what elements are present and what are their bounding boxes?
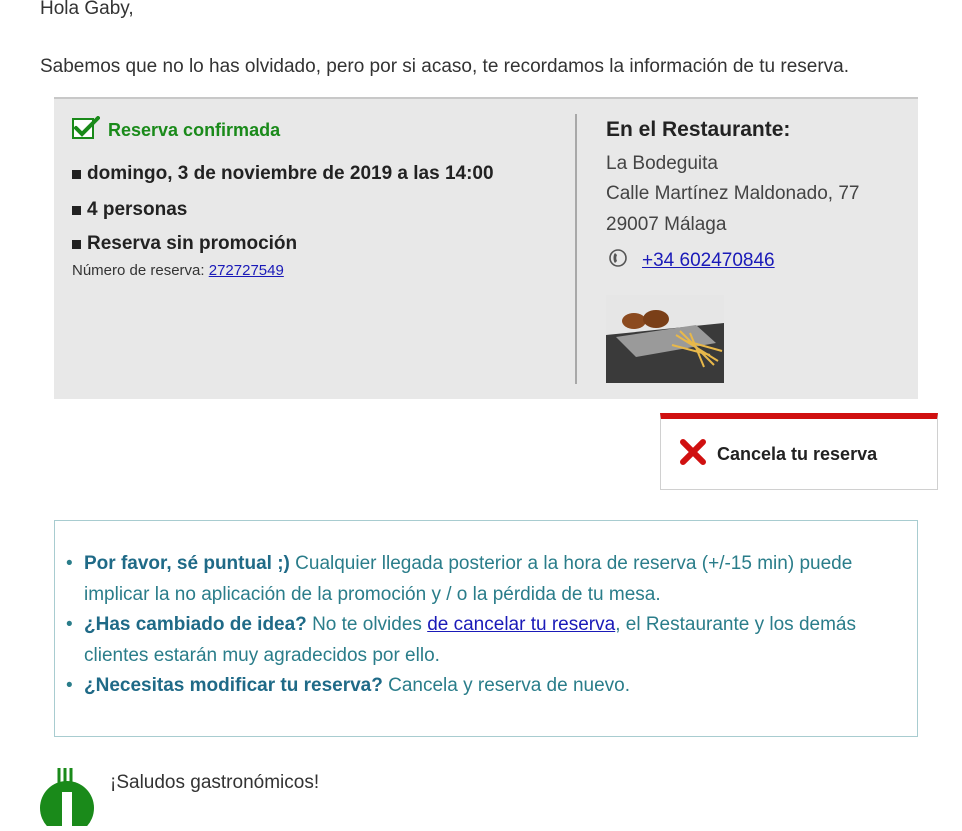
- booking-number: Número de reserva: 272727549: [72, 262, 284, 279]
- bullet-dot-icon: •: [66, 614, 73, 635]
- bullet-dot-icon: •: [66, 675, 73, 696]
- confirmation-label: Reserva confirmada: [108, 120, 281, 140]
- confirmation-status: Reserva confirmada: [72, 116, 280, 145]
- booking-people-text: 4 personas: [87, 199, 188, 220]
- bullet-square-icon: [72, 205, 81, 215]
- bullet-dot-icon: •: [66, 553, 73, 574]
- restaurant-heading: En el Restaurante:: [606, 118, 791, 141]
- footer-greeting: ¡Saludos gastronómicos!: [110, 772, 320, 793]
- tip-modify: • ¿Necesitas modificar tu reserva? Cance…: [66, 670, 906, 701]
- booking-promotion: Reserva sin promoción: [72, 233, 297, 255]
- cancel-reservation-label: Cancela tu reserva: [717, 443, 878, 464]
- phone-icon: [608, 248, 628, 274]
- intro-text: Sabemos que no lo has olvidado, pero por…: [40, 56, 850, 77]
- cancel-reservation-button[interactable]: Cancela tu reserva: [660, 413, 938, 490]
- panel-divider: [575, 114, 577, 384]
- greeting-text: Hola Gaby,: [40, 0, 134, 19]
- phone-link[interactable]: +34 602470846: [642, 250, 775, 272]
- restaurant-photo: [606, 295, 724, 383]
- tip-change-mind-title: ¿Has cambiado de idea?: [84, 614, 307, 635]
- tip-punctuality-title: Por favor, sé puntual ;): [84, 553, 290, 574]
- restaurant-street: Calle Martínez Maldonado, 77: [606, 183, 860, 204]
- restaurant-city: 29007 Málaga: [606, 214, 727, 235]
- tip-modify-title: ¿Necesitas modificar tu reserva?: [84, 675, 383, 696]
- cancel-reservation-link[interactable]: de cancelar tu reserva: [427, 614, 615, 635]
- tip-change-mind-text-a: No te olvides: [306, 614, 428, 635]
- tip-modify-text: Cancela y reserva de nuevo.: [382, 675, 630, 696]
- booking-party-size: 4 personas: [72, 199, 187, 221]
- bullet-square-icon: [72, 239, 81, 249]
- checkmark-icon: [72, 116, 100, 145]
- booking-promotion-text: Reserva sin promoción: [87, 233, 298, 254]
- booking-date: domingo, 3 de noviembre de 2019 a las 14…: [72, 163, 494, 185]
- brand-logo-icon: [38, 768, 96, 831]
- booking-date-text: domingo, 3 de noviembre de 2019 a las 14…: [87, 163, 494, 184]
- close-icon: [679, 438, 707, 471]
- bullet-square-icon: [72, 169, 81, 179]
- restaurant-name: La Bodeguita: [606, 153, 718, 174]
- restaurant-phone: +34 602470846: [608, 248, 775, 274]
- tip-punctuality: • Por favor, sé puntual ;) Cualquier lle…: [66, 548, 906, 610]
- booking-number-label: Número de reserva:: [72, 262, 209, 279]
- booking-number-link[interactable]: 272727549: [209, 262, 284, 279]
- tip-change-mind: • ¿Has cambiado de idea? No te olvides d…: [66, 609, 906, 671]
